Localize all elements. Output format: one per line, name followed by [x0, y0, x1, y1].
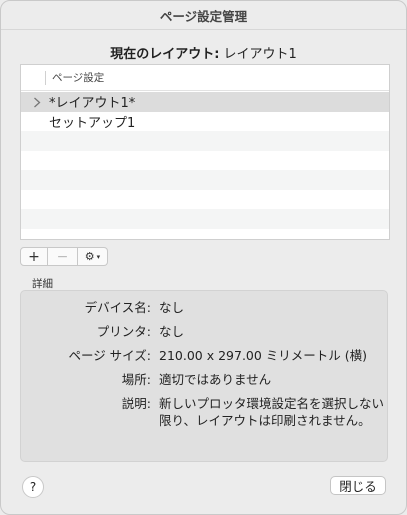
detail-value: 210.00 x 297.00 ミリメートル (横) [159, 348, 368, 363]
remove-button[interactable]: − [48, 247, 78, 266]
list-header[interactable]: ページ設定 [21, 65, 389, 91]
close-button[interactable]: 閉じる [330, 476, 386, 495]
empty-row [21, 229, 389, 240]
empty-row [21, 131, 389, 151]
current-layout-label: 現在のレイアウト: [110, 47, 220, 62]
page-setup-manager-window: ページ設定管理 現在のレイアウト: レイアウト1 ページ設定 *レイアウト1* … [0, 0, 407, 515]
detail-value: 適切ではありません [159, 372, 272, 387]
list-header-label: ページ設定 [52, 72, 105, 84]
chevron-down-icon: ▾ [96, 252, 101, 261]
empty-row [21, 190, 389, 210]
chevron-right-icon[interactable] [33, 97, 43, 108]
detail-key: 説明: [121, 396, 151, 411]
list-item-layout1[interactable]: *レイアウト1* [21, 92, 389, 112]
empty-row [21, 170, 389, 190]
detail-value-line2: 限り、レイアウトは印刷されません。 [159, 413, 371, 428]
window-title: ページ設定管理 [1, 1, 406, 30]
current-layout: 現在のレイアウト: レイアウト1 [1, 43, 406, 62]
current-layout-value: レイアウト1 [223, 47, 297, 62]
empty-row [21, 209, 389, 229]
list-item-setup1[interactable]: セットアップ1 [21, 112, 389, 132]
list-item-label: セットアップ1 [49, 115, 136, 131]
details-panel: デバイス名: なし プリンタ: なし ページ サイズ: 210.00 x 297… [20, 290, 388, 462]
list-item-label: *レイアウト1* [49, 96, 136, 112]
detail-key: ページ サイズ: [68, 348, 151, 363]
detail-key: プリンタ: [96, 324, 151, 339]
detail-value: なし [159, 324, 185, 339]
list-toolbar: + − ⚙ ▾ [20, 247, 108, 267]
details-heading: 詳細 [32, 278, 53, 290]
empty-row [21, 151, 389, 171]
action-menu-button[interactable]: ⚙ ▾ [78, 247, 108, 266]
gear-icon: ⚙ [84, 250, 95, 263]
detail-key: 場所: [121, 372, 151, 387]
page-setup-list[interactable]: ページ設定 *レイアウト1* セットアップ1 [20, 64, 390, 240]
detail-value: なし [159, 300, 185, 315]
add-button[interactable]: + [20, 247, 48, 266]
column-separator [45, 70, 46, 85]
detail-key: デバイス名: [84, 300, 151, 315]
help-button[interactable]: ? [22, 476, 44, 498]
